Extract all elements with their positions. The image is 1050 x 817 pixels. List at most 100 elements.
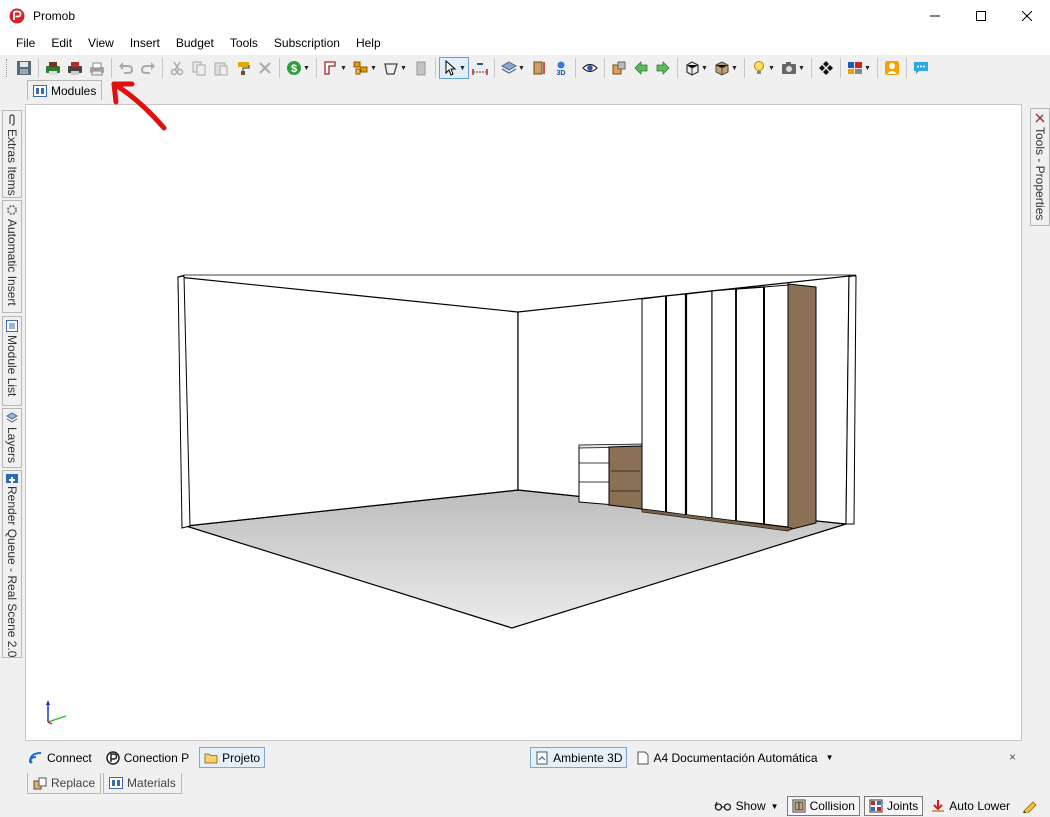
elevation-button[interactable] xyxy=(528,57,550,79)
tab-projeto-label: Projeto xyxy=(222,750,261,765)
tab-render-queue[interactable]: Render Queue - Real Scene 2.0 xyxy=(2,470,22,658)
tab-materials-label: Materials xyxy=(127,776,176,790)
pencil-tool-button[interactable] xyxy=(1018,796,1042,816)
print-button[interactable] xyxy=(42,57,64,79)
modules-tool-button[interactable]: ▼ xyxy=(350,57,380,79)
modules-panel-tab[interactable]: Modules xyxy=(27,80,103,100)
visibility-button[interactable] xyxy=(579,57,601,79)
close-button[interactable] xyxy=(1004,0,1050,31)
menu-view[interactable]: View xyxy=(80,31,122,55)
connection-p-icon xyxy=(105,750,120,765)
tab-materials[interactable]: Materials xyxy=(103,773,182,794)
tab-layers[interactable]: Layers xyxy=(2,408,22,468)
maximize-button[interactable] xyxy=(958,0,1004,31)
auto-lower-toggle[interactable]: Auto Lower xyxy=(927,796,1014,816)
menu-file[interactable]: File xyxy=(8,31,43,55)
render-camera-button[interactable]: ▼ xyxy=(778,57,808,79)
list-icon xyxy=(6,320,18,332)
arrow-left-icon xyxy=(634,61,648,75)
measure-button[interactable] xyxy=(469,57,491,79)
paste-button[interactable] xyxy=(210,57,232,79)
document-3d-icon xyxy=(536,751,548,764)
tab-connect[interactable]: Connect xyxy=(25,747,96,768)
svg-text:$: $ xyxy=(291,63,297,75)
tab-replace[interactable]: Replace xyxy=(27,773,102,794)
modules-tab-icon xyxy=(33,84,47,97)
view-3d-button[interactable]: 3D xyxy=(550,57,572,79)
menu-edit[interactable]: Edit xyxy=(43,31,80,55)
joints-icon xyxy=(869,799,883,813)
tab-ambiente-3d[interactable]: Ambiente 3D xyxy=(530,747,628,768)
menu-help[interactable]: Help xyxy=(348,31,389,55)
arrow-right-icon xyxy=(656,61,670,75)
snap-points-button[interactable] xyxy=(815,57,837,79)
window-title: Promob xyxy=(33,8,76,23)
budget-dropdown-button[interactable]: $ ▼ xyxy=(283,57,313,79)
render-queue-icon xyxy=(6,474,18,483)
viewport-3d[interactable] xyxy=(25,104,1022,741)
tab-connect-label: Connect xyxy=(47,750,92,765)
shape-tool-button[interactable]: ▼ xyxy=(380,57,410,79)
menu-tools[interactable]: Tools xyxy=(222,31,266,55)
room-scene xyxy=(46,274,857,725)
budget-icon: $ xyxy=(287,61,302,75)
wall-icon xyxy=(324,61,336,75)
tab-automatic-insert[interactable]: Automatic Insert xyxy=(2,200,22,313)
save-button[interactable] xyxy=(13,57,35,79)
chat-button[interactable] xyxy=(910,57,932,79)
menu-insert[interactable]: Insert xyxy=(122,31,168,55)
menu-subscription[interactable]: Subscription xyxy=(266,31,348,55)
tab-projeto[interactable]: Projeto xyxy=(199,747,266,768)
box-icon xyxy=(715,61,729,76)
paint-roller-icon xyxy=(238,62,250,75)
arrow-left-button[interactable] xyxy=(630,57,652,79)
box-view-button[interactable]: ▼ xyxy=(711,57,741,79)
left-wall xyxy=(177,276,519,527)
panel-icon xyxy=(416,61,426,76)
tab-extras-items[interactable]: Extras Items xyxy=(2,110,22,198)
copy-icon xyxy=(192,61,206,76)
replace-icon xyxy=(33,777,47,789)
select-tool-button[interactable]: ▼ xyxy=(439,57,469,79)
arrow-right-button[interactable] xyxy=(652,57,674,79)
collision-toggle[interactable]: Collision xyxy=(786,796,860,816)
toolbar-separator xyxy=(811,58,812,78)
joints-toggle[interactable]: Joints xyxy=(863,796,924,816)
layers-stack-icon xyxy=(501,61,518,74)
chevron-down-icon: ▼ xyxy=(770,801,779,811)
tab-module-list[interactable]: Module List xyxy=(2,316,22,406)
user-account-button[interactable] xyxy=(881,57,903,79)
move-module-icon xyxy=(612,61,626,75)
paint-material-button[interactable] xyxy=(232,57,254,79)
camera-view-button[interactable]: ▼ xyxy=(681,57,711,79)
print-setup-button[interactable] xyxy=(64,57,86,79)
close-document-button[interactable]: × xyxy=(1009,750,1016,764)
toolbar-separator xyxy=(604,58,605,78)
layers-icon xyxy=(6,412,18,423)
lighting-button[interactable]: ▼ xyxy=(748,57,778,79)
auto-lower-label: Auto Lower xyxy=(949,799,1010,813)
wardrobe xyxy=(641,283,817,532)
modules-icon xyxy=(353,61,368,75)
minimize-button[interactable] xyxy=(912,0,958,31)
tab-conection-p[interactable]: Conection P xyxy=(102,747,193,768)
delete-icon xyxy=(259,62,271,74)
svg-text:3D: 3D xyxy=(557,70,566,76)
toolbar-grip[interactable] xyxy=(6,59,9,77)
layers-view-button[interactable]: ▼ xyxy=(498,57,528,79)
axis-gizmo-icon xyxy=(46,700,67,725)
panel-tool-button[interactable] xyxy=(410,57,432,79)
delete-button[interactable] xyxy=(254,57,276,79)
menu-budget[interactable]: Budget xyxy=(168,31,222,55)
tab-a4-documentacion[interactable]: A4 Documentación Automática ▼ xyxy=(633,747,837,768)
move-module-button[interactable] xyxy=(608,57,630,79)
print-icon xyxy=(46,62,60,75)
chat-icon xyxy=(914,62,928,74)
wall-tool-button[interactable]: ▼ xyxy=(320,57,350,79)
copy-button[interactable] xyxy=(188,57,210,79)
glasses-icon xyxy=(714,801,731,811)
color-scheme-button[interactable]: ▼ xyxy=(844,57,874,79)
tab-tools-properties[interactable]: Tools - Properties xyxy=(1030,108,1050,226)
show-dropdown[interactable]: Show ▼ xyxy=(710,796,783,816)
chevron-down-icon[interactable]: ▼ xyxy=(826,753,834,762)
